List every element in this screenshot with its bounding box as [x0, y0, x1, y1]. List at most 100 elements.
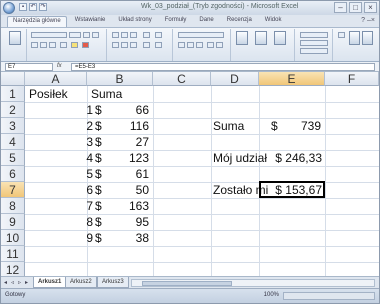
column-header-d[interactable]: D — [211, 72, 259, 86]
formula-input[interactable]: =E5-E3 — [71, 63, 375, 71]
cell-a3[interactable]: 2 — [25, 118, 93, 134]
row-header-6[interactable]: 6 — [1, 166, 25, 182]
format-cells-icon[interactable] — [300, 48, 328, 54]
align-top-icon[interactable] — [112, 32, 119, 38]
name-box[interactable]: E7 — [5, 63, 53, 71]
close-icon[interactable]: × — [364, 2, 377, 13]
scrollbar-thumb[interactable] — [142, 281, 232, 286]
find-select-icon[interactable] — [362, 31, 373, 45]
insert-function-icon[interactable]: fx — [57, 63, 62, 69]
row-header-7[interactable]: 7 — [1, 182, 25, 198]
row-header-3[interactable]: 3 — [1, 118, 25, 134]
fill-color-icon[interactable] — [71, 42, 78, 48]
sheet-tab-1[interactable]: Arkusz1 — [33, 277, 67, 288]
tab-view[interactable]: Widok — [260, 16, 287, 27]
worksheet-grid[interactable]: A B C D E F 1 2 3 4 5 6 7 8 9 10 11 12 1… — [1, 72, 379, 276]
number-format-select[interactable] — [178, 32, 224, 38]
cell-a1[interactable]: Posiłek — [29, 86, 68, 102]
font-color-icon[interactable] — [82, 42, 89, 48]
cell-b8[interactable]: 163 — [105, 198, 149, 214]
column-header-b[interactable]: B — [87, 72, 153, 86]
paste-icon[interactable] — [9, 31, 21, 45]
cell-e3[interactable]: 739 — [281, 118, 321, 134]
insert-cells-icon[interactable] — [300, 32, 328, 38]
office-button-icon[interactable] — [3, 2, 15, 14]
cell-a6[interactable]: 5 — [25, 166, 93, 182]
percent-icon[interactable] — [187, 42, 194, 48]
column-header-a[interactable]: A — [25, 72, 87, 86]
font-size-select[interactable] — [69, 32, 81, 38]
cell-e5[interactable]: $ 246,33 — [259, 150, 322, 166]
cell-a4[interactable]: 3 — [25, 134, 93, 150]
autosum-icon[interactable] — [338, 32, 345, 38]
zoom-slider[interactable] — [283, 292, 375, 300]
row-header-8[interactable]: 8 — [1, 198, 25, 214]
merge-icon[interactable] — [155, 42, 162, 48]
conditional-formatting-icon[interactable] — [236, 31, 248, 45]
row-header-12[interactable]: 12 — [1, 262, 25, 276]
tab-home[interactable]: Narzędzia główne — [7, 16, 67, 27]
maximize-icon[interactable]: □ — [349, 2, 362, 13]
undo-icon[interactable]: ↶ — [29, 3, 37, 11]
comma-icon[interactable] — [196, 42, 203, 48]
cell-b3[interactable]: 116 — [105, 118, 149, 134]
row-header-4[interactable]: 4 — [1, 134, 25, 150]
help-icon[interactable]: ? –× — [361, 17, 375, 24]
align-bottom-icon[interactable] — [130, 32, 137, 38]
cell-b6[interactable]: 61 — [105, 166, 149, 182]
cell-b2[interactable]: 66 — [105, 102, 149, 118]
align-right-icon[interactable] — [130, 42, 137, 48]
cell-b1[interactable]: Suma — [91, 86, 122, 102]
grow-font-icon[interactable] — [83, 32, 90, 38]
row-header-9[interactable]: 9 — [1, 214, 25, 230]
align-middle-icon[interactable] — [121, 32, 128, 38]
cell-d3[interactable]: Suma — [213, 118, 244, 134]
cell-a8[interactable]: 7 — [25, 198, 93, 214]
cell-b4[interactable]: 27 — [105, 134, 149, 150]
last-sheet-icon[interactable]: ▸ — [25, 279, 31, 287]
column-header-c[interactable]: C — [153, 72, 211, 86]
sheet-tab-3[interactable]: Arkusz3 — [97, 277, 129, 288]
prev-sheet-icon[interactable]: ◃ — [11, 279, 17, 287]
font-name-select[interactable] — [31, 32, 67, 38]
next-sheet-icon[interactable]: ▹ — [18, 279, 24, 287]
horizontal-scrollbar[interactable] — [131, 279, 375, 287]
wrap-text-icon[interactable] — [155, 32, 162, 38]
cell-a7[interactable]: 6 — [25, 182, 93, 198]
cell-b10[interactable]: 38 — [105, 230, 149, 246]
tab-review[interactable]: Recenzja — [222, 16, 257, 27]
tab-data[interactable]: Dane — [194, 16, 218, 27]
italic-icon[interactable] — [40, 42, 47, 48]
align-center-icon[interactable] — [121, 42, 128, 48]
row-header-2[interactable]: 2 — [1, 102, 25, 118]
cell-styles-icon[interactable] — [274, 31, 286, 45]
tab-formulas[interactable]: Formuły — [160, 16, 192, 27]
cell-a9[interactable]: 8 — [25, 214, 93, 230]
first-sheet-icon[interactable]: ◂ — [4, 279, 10, 287]
sheet-tab-2[interactable]: Arkusz2 — [65, 277, 97, 288]
shrink-font-icon[interactable] — [92, 32, 99, 38]
redo-icon[interactable]: ↷ — [39, 3, 47, 11]
cell-a10[interactable]: 9 — [25, 230, 93, 246]
row-header-5[interactable]: 5 — [1, 150, 25, 166]
sort-filter-icon[interactable] — [349, 31, 360, 45]
tab-page-layout[interactable]: Układ strony — [113, 16, 156, 27]
column-header-f[interactable]: F — [325, 72, 379, 86]
align-left-icon[interactable] — [112, 42, 119, 48]
row-header-10[interactable]: 10 — [1, 230, 25, 246]
row-header-1[interactable]: 1 — [1, 86, 25, 102]
row-header-11[interactable]: 11 — [1, 246, 25, 262]
cell-b7[interactable]: 50 — [105, 182, 149, 198]
tab-insert[interactable]: Wstawianie — [70, 16, 111, 27]
bold-icon[interactable] — [31, 42, 38, 48]
cell-a5[interactable]: 4 — [25, 150, 93, 166]
minimize-icon[interactable]: – — [334, 2, 347, 13]
cell-a2[interactable]: 1 — [25, 102, 93, 118]
increase-decimal-icon[interactable] — [207, 42, 214, 48]
zoom-level[interactable]: 100% — [264, 292, 279, 298]
cell-b5[interactable]: 123 — [105, 150, 149, 166]
orientation-icon[interactable] — [143, 32, 150, 38]
format-as-table-icon[interactable] — [255, 31, 267, 45]
currency-icon[interactable] — [178, 42, 185, 48]
save-icon[interactable]: ▪ — [19, 3, 27, 11]
